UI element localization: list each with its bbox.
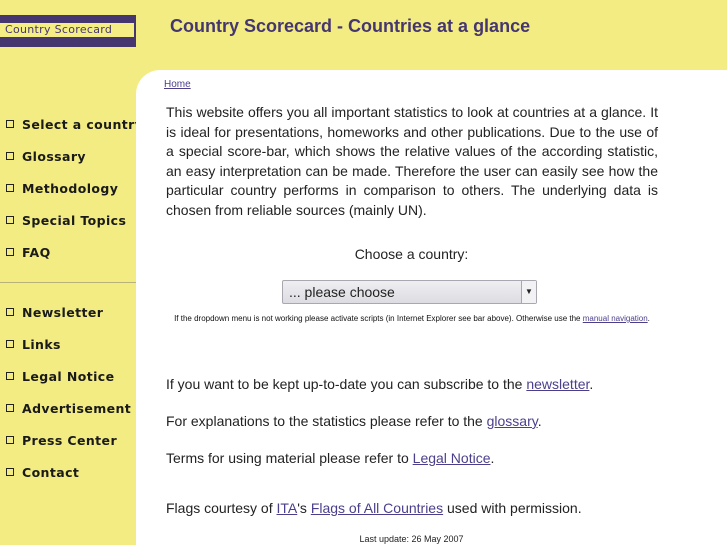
paragraph-text: For explanations to the statistics pleas…: [166, 413, 487, 429]
sidebar-item-label: Newsletter: [22, 304, 104, 320]
paragraph-text: Flags courtesy of: [166, 500, 277, 516]
ita-link[interactable]: ITA: [277, 500, 298, 516]
sidebar-item-label: Links: [22, 336, 61, 352]
bullet-square-icon: [6, 248, 14, 256]
glossary-link[interactable]: glossary: [487, 413, 538, 429]
flags-of-all-countries-link[interactable]: Flags of All Countries: [311, 500, 443, 516]
bullet-square-icon: [6, 372, 14, 380]
logo-text: Country Scorecard: [0, 23, 134, 37]
last-update: Last update: 26 May 2007: [359, 534, 464, 544]
sidebar-item-label: Methodology: [22, 180, 119, 196]
paragraph-text: 's: [297, 500, 311, 516]
page-title: Country Scorecard - Countries at a glanc…: [170, 16, 531, 36]
paragraph-punct: .: [589, 376, 594, 392]
country-select-value: ... please choose: [289, 284, 395, 300]
sidebar-item-label: Press Center: [22, 432, 118, 448]
legal-paragraph: Terms for using material please refer to…: [166, 450, 494, 466]
sidebar-divider: [0, 282, 136, 283]
sidebar-item-label: Contact: [22, 464, 80, 480]
breadcrumb-home-link[interactable]: Home: [164, 79, 191, 90]
sidebar-item-newsletter[interactable]: Newsletter: [0, 296, 136, 328]
sidebar-item-label: Legal Notice: [22, 368, 115, 384]
dropdown-note: If the dropdown menu is not working plea…: [172, 310, 652, 328]
note-text: If the dropdown menu is not working plea…: [174, 314, 583, 323]
sidebar-item-methodology[interactable]: Methodology: [0, 172, 136, 204]
sidebar-item-special-topics[interactable]: Special Topics: [0, 204, 136, 236]
main-content: Home This website offers you all importa…: [136, 70, 727, 545]
flags-credit: Flags courtesy of ITA's Flags of All Cou…: [166, 500, 582, 516]
bullet-square-icon: [6, 404, 14, 412]
note-punct: .: [647, 314, 650, 323]
sidebar-item-label: Select a country: [22, 116, 144, 132]
legal-notice-link[interactable]: Legal Notice: [413, 450, 491, 466]
sidebar-item-select-country[interactable]: Select a country: [0, 108, 143, 140]
paragraph-text: If you want to be kept up-to-date you ca…: [166, 376, 527, 392]
country-select[interactable]: ... please choose ▼: [282, 280, 537, 304]
choose-country-label: Choose a country:: [354, 246, 469, 262]
manual-navigation-link[interactable]: manual navigation: [583, 314, 648, 323]
bullet-square-icon: [6, 436, 14, 444]
sidebar-item-label: Glossary: [22, 148, 86, 164]
sidebar-item-contact[interactable]: Contact: [0, 456, 136, 488]
sidebar-item-links[interactable]: Links: [0, 328, 136, 360]
bullet-square-icon: [6, 184, 14, 192]
sidebar-item-label: Advertisement: [22, 400, 132, 416]
breadcrumb: Home: [164, 79, 191, 90]
sidebar-nav: Select a country Glossary Methodology Sp…: [0, 108, 143, 488]
newsletter-link[interactable]: newsletter: [526, 376, 589, 392]
bullet-square-icon: [6, 152, 14, 160]
bullet-square-icon: [6, 468, 14, 476]
sidebar-item-faq[interactable]: FAQ: [0, 236, 136, 268]
newsletter-paragraph: If you want to be kept up-to-date you ca…: [166, 376, 593, 392]
intro-text: This website offers you all important st…: [166, 104, 658, 218]
sidebar-item-press-center[interactable]: Press Center: [0, 424, 136, 456]
sidebar-item-label: FAQ: [22, 244, 51, 260]
sidebar-item-legal-notice[interactable]: Legal Notice: [0, 360, 136, 392]
bullet-square-icon: [6, 308, 14, 316]
sidebar-item-glossary[interactable]: Glossary: [0, 140, 136, 172]
sidebar-item-label: Special Topics: [22, 212, 127, 228]
paragraph-punct: .: [537, 413, 542, 429]
paragraph-text: used with permission.: [443, 500, 582, 516]
bullet-square-icon: [6, 340, 14, 348]
sidebar-item-advertisement[interactable]: Advertisement: [0, 392, 136, 424]
bullet-square-icon: [6, 216, 14, 224]
bullet-square-icon: [6, 120, 14, 128]
glossary-paragraph: For explanations to the statistics pleas…: [166, 413, 542, 429]
paragraph-text: Terms for using material please refer to: [166, 450, 413, 466]
paragraph-punct: .: [490, 450, 495, 466]
site-logo[interactable]: Country Scorecard: [0, 15, 136, 47]
chevron-down-icon[interactable]: ▼: [521, 281, 536, 303]
